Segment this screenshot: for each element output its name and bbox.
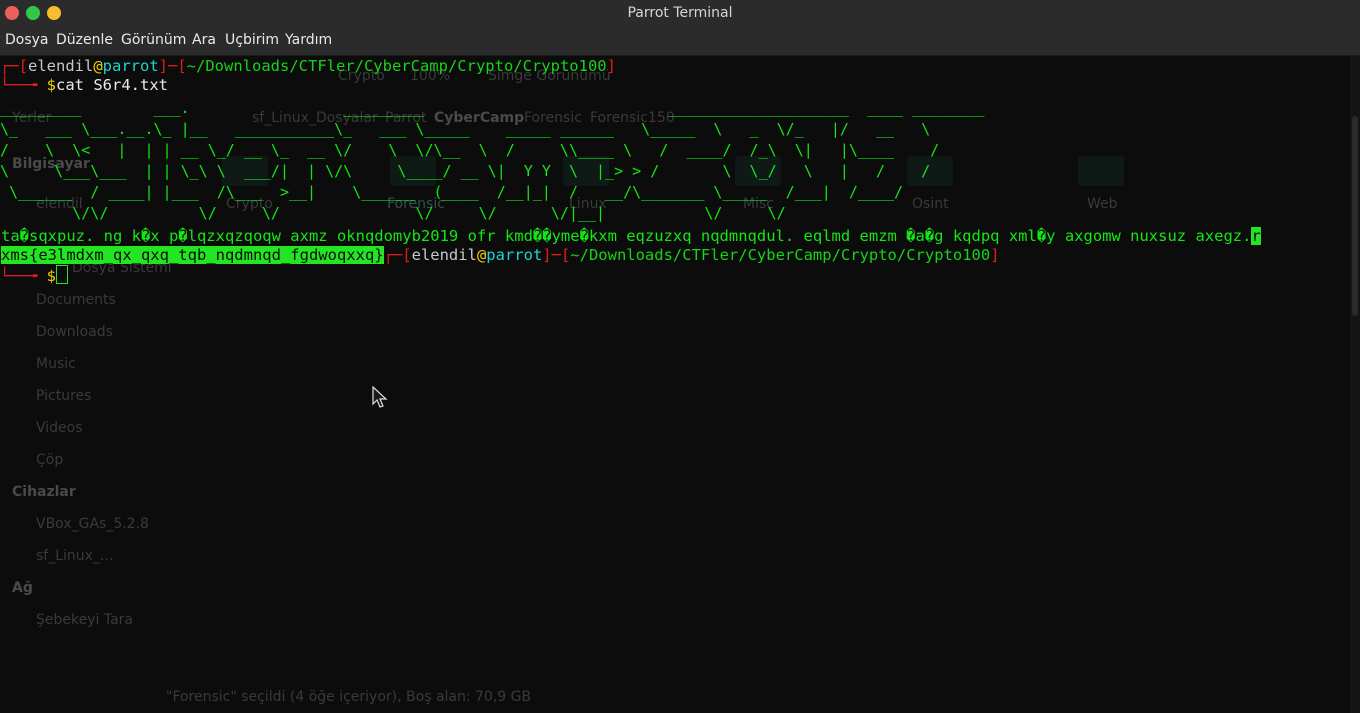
input-line[interactable]: └──╼ $ (0, 265, 69, 286)
menu-dosya[interactable]: Dosya (5, 32, 49, 48)
banner-line: \/\/ \/ \/ \/ \/ \/|__| \/ \/ (0, 204, 786, 222)
prompt-path: ~/Downloads/CTFler/CyberCamp/Crypto/Cryp… (186, 57, 607, 75)
ghost-sidebar-item: Downloads (36, 324, 113, 340)
mouse-pointer-icon (372, 386, 388, 408)
ghost-devices-header: Cihazlar (12, 484, 76, 500)
command-line: └──╼ $cat S6r4.txt (0, 76, 168, 95)
prompt-at: @ (476, 246, 487, 264)
prompt-separator: ]─[ (542, 246, 571, 264)
command-text: cat S6r4.txt (56, 76, 168, 94)
terminal-output[interactable]: Crypto 100% Simge Görünümü sf_Linux_Dosy… (0, 56, 1350, 713)
menu-yardim[interactable]: Yardım (285, 32, 332, 48)
menu-ara[interactable]: Ara (192, 32, 216, 48)
ciphertext: ta�sqxpuz. ng k�x p�lqzxqzqoqw axmz oknq… (1, 227, 1252, 245)
prompt-symbol: $ (46, 76, 57, 94)
prompt-bracket: ] (990, 246, 1000, 264)
ghost-device: VBox_GAs_5.2.8 (36, 516, 149, 532)
menu-ucbirim[interactable]: Uçbirim (225, 32, 279, 48)
ciphertext-wrap-char: r (1251, 227, 1261, 245)
ghost-sidebar-item: Çöp (36, 452, 64, 468)
prompt-corner: ┌─[ (383, 246, 412, 264)
prompt-arrow: └──╼ (0, 267, 47, 285)
banner-line: \______ / ____| |___ /\___ >__| \______ … (0, 183, 904, 201)
flag-line: xms{e3lmdxm_qx_qxq_tqb_nqdmnqd_fgdwoqxxq… (1, 246, 1000, 265)
prompt-path: ~/Downloads/CTFler/CyberCamp/Crypto/Cryp… (570, 246, 991, 264)
prompt-separator: ]─[ (158, 57, 187, 75)
prompt-host: parrot (102, 57, 159, 75)
banner-line: \ \___\___ | | \_\ \ ___/| | \/\ \____/ … (0, 162, 931, 180)
scrollbar-thumb[interactable] (1352, 116, 1358, 316)
ciphertext-line: ta�sqxpuz. ng k�x p�lqzxqzqoqw axmz oknq… (1, 227, 1261, 246)
ghost-device: sf_Linux_... (36, 548, 114, 564)
ghost-sidebar-item: Videos (36, 420, 83, 436)
banner-line: _________ ___. _________ _______________… (0, 99, 985, 117)
menu-bar: Dosya Düzenle Görünüm Ara Uçbirim Yardım (0, 27, 1360, 56)
menu-gorunum[interactable]: Görünüm (121, 32, 186, 48)
terminal-scrollbar[interactable] (1350, 56, 1360, 713)
flag-text: xms{e3lmdxm_qx_qxq_tqb_nqdmnqd_fgdwoqxxq… (1, 246, 384, 264)
ghost-network-item: Şebekeyi Tara (36, 612, 133, 628)
prompt-line: ┌─[elendil@parrot]─[~/Downloads/CTFler/C… (0, 57, 616, 76)
prompt-symbol: $ (46, 267, 57, 285)
ghost-network-header: Ağ (12, 580, 33, 596)
prompt-arrow: └──╼ (0, 76, 47, 94)
banner-line: / \ \< | | | __ \_/ __ \_ __ \/ \ \/\__ … (0, 141, 940, 159)
ghost-folder-icon (1078, 156, 1124, 186)
ghost-sidebar-item: Documents (36, 292, 116, 308)
prompt-at: @ (93, 57, 103, 75)
prompt-host: parrot (486, 246, 543, 264)
prompt-user: elendil (28, 57, 94, 75)
ascii-banner: _________ ___. _________ _______________… (0, 98, 984, 224)
title-bar: Parrot Terminal (0, 0, 1360, 27)
ghost-folder-label: Web (1087, 196, 1118, 212)
ghost-status-bar: "Forensic" seçildi (4 öğe içeriyor), Boş… (166, 689, 532, 705)
prompt-corner: ┌─[ (0, 57, 28, 75)
prompt-user: elendil (411, 246, 477, 264)
menu-duzenle[interactable]: Düzenle (56, 32, 113, 48)
banner-line: \_ ___ \___.__.\_ |__ ___________\_ ___ … (0, 120, 931, 138)
ghost-sidebar-item: Pictures (36, 388, 92, 404)
text-cursor (56, 265, 69, 284)
window-title: Parrot Terminal (627, 5, 733, 21)
prompt-bracket: ] (606, 57, 616, 75)
ghost-sidebar-item: Music (36, 356, 76, 372)
